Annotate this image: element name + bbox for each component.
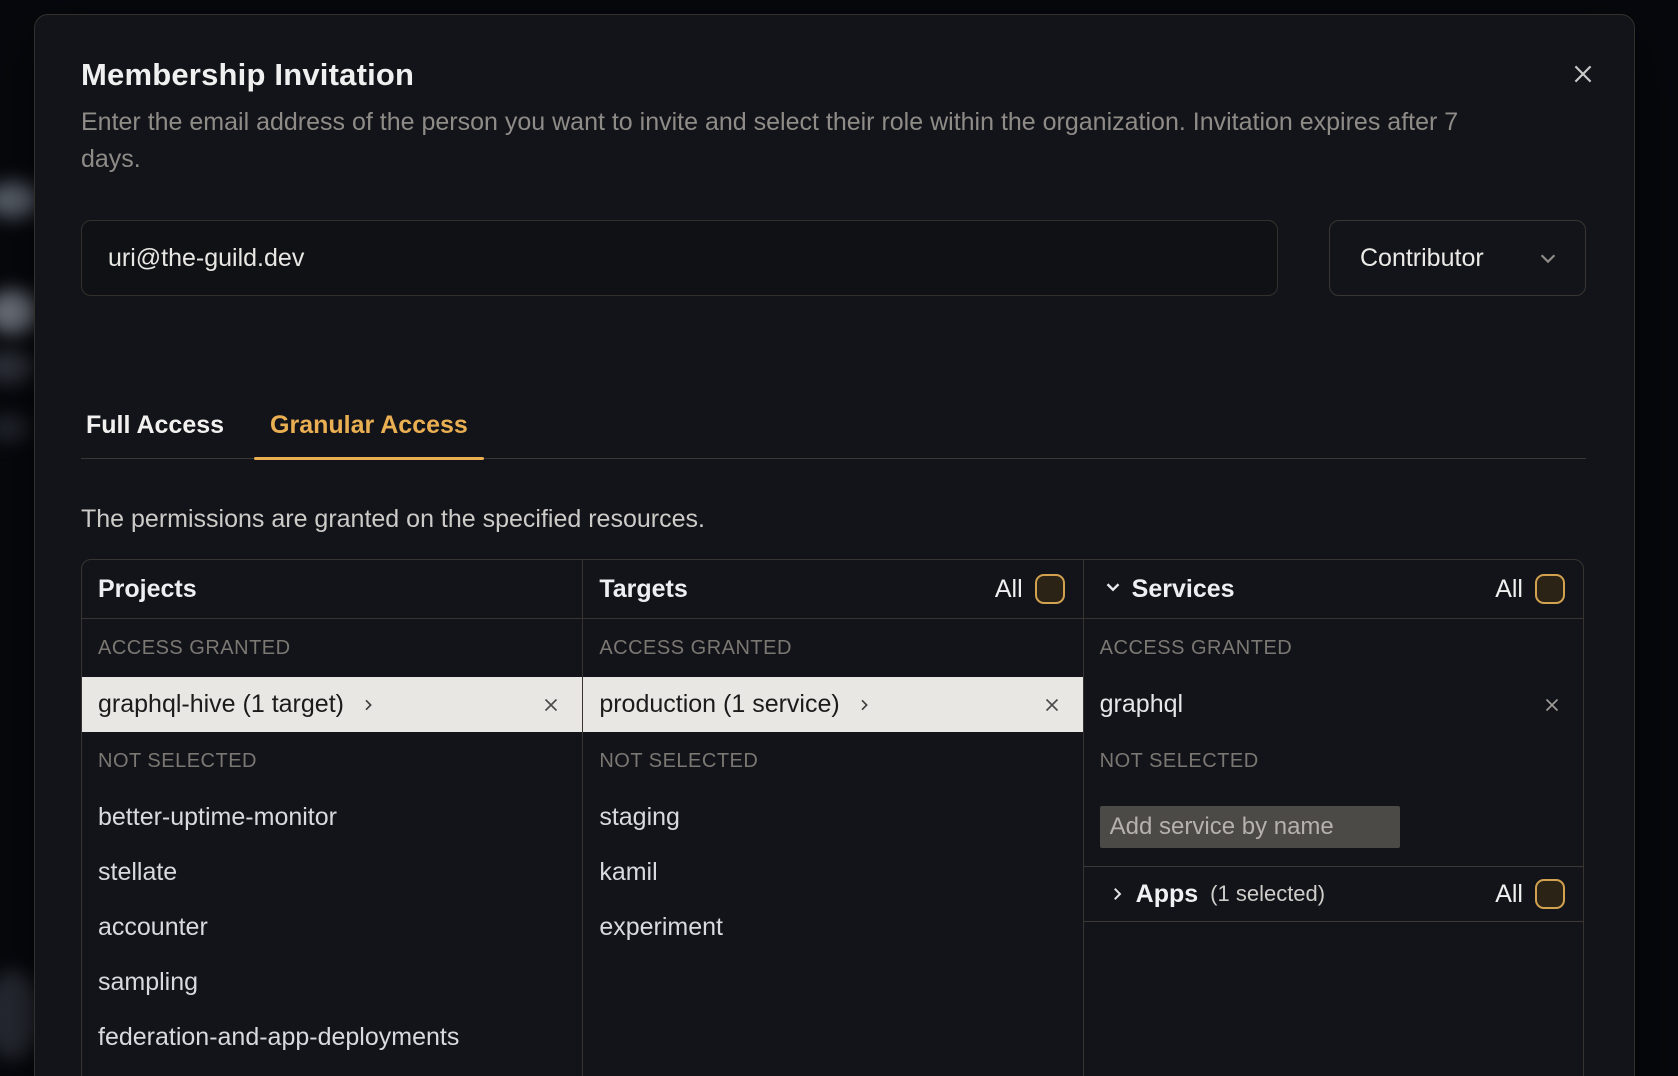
project-item[interactable]: federation-and-app-deployments [82, 1010, 582, 1065]
close-icon [1570, 61, 1596, 87]
targets-header: Targets All [583, 560, 1082, 619]
target-remove-button[interactable] [1041, 694, 1063, 716]
project-item[interactable]: accounter [82, 900, 582, 955]
permissions-note: The permissions are granted on the speci… [81, 505, 705, 534]
remove-icon [1541, 694, 1563, 716]
services-all-label: All [1495, 575, 1523, 604]
targets-column: Targets All ACCESS GRANTED production (1… [582, 560, 1082, 1076]
services-all-toggle[interactable]: All [1495, 574, 1565, 604]
tab-full-access[interactable]: Full Access [81, 401, 240, 458]
dialog-description: Enter the email address of the person yo… [81, 104, 1493, 178]
project-item[interactable]: stellate [82, 845, 582, 900]
apps-all-checkbox[interactable] [1535, 879, 1565, 909]
service-selected-name: graphql [1100, 690, 1183, 719]
remove-icon [540, 694, 562, 716]
project-remove-button[interactable] [540, 694, 562, 716]
apps-row[interactable]: Apps (1 selected) All [1084, 866, 1583, 922]
services-all-checkbox[interactable] [1535, 574, 1565, 604]
targets-all-toggle[interactable]: All [995, 574, 1065, 604]
target-selected-name: production (1 service) [599, 690, 839, 719]
targets-all-checkbox[interactable] [1035, 574, 1065, 604]
chevron-down-icon [1537, 247, 1559, 269]
chevron-right-icon [360, 697, 376, 713]
tab-granular-access[interactable]: Granular Access [254, 401, 484, 458]
role-dropdown-value: Contributor [1360, 244, 1484, 273]
chevron-right-icon [1108, 885, 1126, 903]
target-item[interactable]: staging [583, 790, 1082, 845]
projects-access-granted-label: ACCESS GRANTED [82, 619, 582, 677]
access-tabs: Full Access Granular Access [81, 401, 1586, 459]
remove-icon [1041, 694, 1063, 716]
project-selected-row[interactable]: graphql-hive (1 target) [82, 677, 582, 732]
service-selected-row[interactable]: graphql [1084, 677, 1583, 732]
apps-count: (1 selected) [1210, 881, 1325, 907]
apps-all-label: All [1495, 880, 1523, 909]
backdrop-artifact [0, 350, 34, 384]
targets-all-label: All [995, 575, 1023, 604]
role-dropdown[interactable]: Contributor [1329, 220, 1586, 296]
chevron-down-icon [1102, 576, 1124, 605]
projects-column: Projects ACCESS GRANTED graphql-hive (1 … [82, 560, 582, 1076]
apps-label: Apps [1136, 880, 1199, 909]
close-button[interactable] [1566, 57, 1600, 91]
services-column: Services All ACCESS GRANTED graphql NOT … [1083, 560, 1583, 1076]
project-item[interactable]: better-uptime-monitor [82, 790, 582, 845]
resource-permission-table: Projects ACCESS GRANTED graphql-hive (1 … [81, 559, 1584, 1076]
apps-all-toggle[interactable]: All [1495, 879, 1565, 909]
services-not-selected-label: NOT SELECTED [1084, 732, 1583, 790]
services-header[interactable]: Services All [1084, 560, 1583, 619]
target-item[interactable]: kamil [583, 845, 1082, 900]
targets-access-granted-label: ACCESS GRANTED [583, 619, 1082, 677]
project-selected-name: graphql-hive (1 target) [98, 690, 344, 719]
services-header-label: Services [1132, 575, 1235, 604]
invite-email-input[interactable] [81, 220, 1278, 296]
backdrop-artifact [0, 415, 30, 441]
services-access-granted-label: ACCESS GRANTED [1084, 619, 1583, 677]
targets-header-label: Targets [599, 575, 687, 604]
projects-header: Projects [82, 560, 582, 619]
service-remove-button[interactable] [1541, 694, 1563, 716]
add-service-input[interactable] [1100, 806, 1400, 848]
projects-not-selected-label: NOT SELECTED [82, 732, 582, 790]
target-selected-row[interactable]: production (1 service) [583, 677, 1082, 732]
target-item[interactable]: experiment [583, 900, 1082, 955]
membership-invitation-dialog: Membership Invitation Enter the email ad… [34, 14, 1635, 1076]
backdrop-artifact [0, 290, 38, 334]
project-item[interactable]: sampling [82, 955, 582, 1010]
projects-header-label: Projects [98, 575, 197, 604]
chevron-right-icon [856, 697, 872, 713]
dialog-title: Membership Invitation [81, 57, 414, 93]
targets-not-selected-label: NOT SELECTED [583, 732, 1082, 790]
